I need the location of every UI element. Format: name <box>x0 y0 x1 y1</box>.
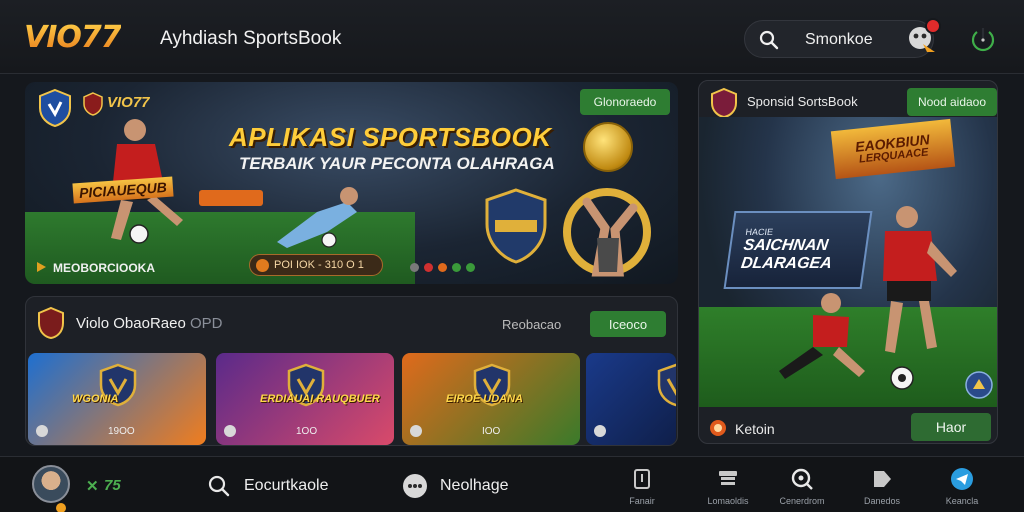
hero-promo-text: POI IOK - 310 O 1 <box>274 259 364 271</box>
club-shield-icon <box>39 88 71 128</box>
carousel-dot[interactable] <box>466 263 475 272</box>
game-tile[interactable]: ERDIAUAI RAUQBUER 1OO <box>216 353 394 445</box>
carousel-dot[interactable] <box>424 263 433 272</box>
featured-sign-small: HACIE <box>744 227 774 238</box>
nav-item-fanair[interactable]: Fanair <box>604 467 680 506</box>
games-see-all-link[interactable]: Reobacao <box>502 317 561 332</box>
search-icon[interactable] <box>208 475 230 497</box>
featured-foot-label: Ketoin <box>735 421 775 437</box>
power-icon[interactable] <box>968 24 998 54</box>
ball-icon <box>890 366 914 390</box>
featured-foot-button[interactable]: Haor <box>911 413 991 441</box>
coin-icon <box>256 259 269 272</box>
hero-banner[interactable]: VIO77 Glonoraedo APLIKASI SPORTSBOOK TER… <box>25 82 678 284</box>
brand-shield-icon <box>965 371 993 399</box>
notification-badge <box>925 18 941 34</box>
target-icon <box>710 420 726 436</box>
brand-logo[interactable]: VIO77 <box>24 20 122 55</box>
game-tile-count: 1OO <box>296 426 318 437</box>
nav-item-lomaoldis[interactable]: Lomaoldis <box>690 467 766 506</box>
featured-cta-button[interactable]: Nood aidaoo <box>907 88 997 116</box>
nav-item-label: Keancla <box>945 496 979 506</box>
hero-promo-pill[interactable]: POI IOK - 310 O 1 <box>249 254 383 276</box>
app-title: Ayhdiash SportsBook <box>160 28 342 49</box>
shield-icon <box>657 363 676 407</box>
game-tile-count: 19OO <box>108 426 135 437</box>
trophy-shield-icon <box>485 188 547 264</box>
keeper-graphic <box>277 187 358 248</box>
featured-card[interactable]: Sponsid SortsBook Nood aidaoo EAOKBIUN L… <box>698 80 998 444</box>
carousel-dot[interactable] <box>438 263 447 272</box>
lock-icon <box>224 425 236 437</box>
score-value: 75 <box>104 477 121 494</box>
play-icon <box>37 262 46 272</box>
nav-item-label: Cenerdrom <box>779 496 825 506</box>
game-tile-label: EIROE UDANA <box>446 393 524 405</box>
carousel-dot[interactable] <box>410 263 419 272</box>
game-tile[interactable]: EIROE UDANA IOO <box>402 353 580 445</box>
coin-icon <box>56 503 66 512</box>
game-tile-count: IOO <box>482 426 501 437</box>
hero-brand: VIO77 <box>107 94 150 111</box>
celebrating-player-graphic <box>563 188 651 277</box>
games-title-text: Violo ObaoRaeo <box>76 315 186 332</box>
top-bar: VIO77 Ayhdiash SportsBook Smonkoe <box>0 0 1024 74</box>
nav-item-keancla[interactable]: Keancla <box>924 467 1000 506</box>
nav-item-cenerdrom[interactable]: Cenerdrom <box>764 467 840 506</box>
hero-headline: APLIKASI SPORTSBOOK <box>229 122 552 152</box>
search-circle-icon <box>791 468 813 490</box>
avatar[interactable] <box>32 465 70 503</box>
game-tile-label: ERDIAUAI RAUQBUER <box>260 393 380 405</box>
carousel-dots[interactable] <box>410 263 475 272</box>
lock-icon <box>594 425 606 437</box>
nav-chat-label[interactable]: Neolhage <box>440 477 509 495</box>
games-title-suffix: OPD <box>189 315 223 332</box>
hero-cta-button[interactable]: Glonoraedo <box>580 89 670 115</box>
featured-sign: HACIE SAICHNAN DLARAGEA <box>723 211 873 289</box>
document-icon <box>634 469 650 489</box>
receipt-icon <box>719 471 737 485</box>
club-shield-icon <box>711 87 737 119</box>
nav-item-label: Danedos <box>863 496 901 506</box>
nav-item-label: Lomaoldis <box>707 496 749 506</box>
game-tile-label: WGONIA <box>72 393 119 405</box>
tag-icon <box>874 471 891 487</box>
featured-sign-line1: SAICHNAN <box>742 237 830 255</box>
brand-shield-icon <box>83 92 103 116</box>
nav-item-danedos[interactable]: Danedos <box>844 467 920 506</box>
hero-foot-label: MEOBORCIOOKA <box>53 261 155 275</box>
close-icon: ✕ <box>86 478 99 495</box>
game-tile[interactable] <box>586 353 676 445</box>
games-section: Violo ObaoRaeo OPD Reobacao Iceoco WGONI… <box>25 296 678 446</box>
search-label: Smonkoe <box>805 31 873 48</box>
games-title: Violo ObaoRaeo OPD <box>76 315 223 332</box>
nav-item-label: Fanair <box>629 496 655 506</box>
game-tile[interactable]: WGONIA 19OO <box>28 353 206 445</box>
search-icon <box>759 30 779 50</box>
featured-title: Sponsid SortsBook <box>747 94 858 109</box>
chat-icon[interactable] <box>402 473 428 499</box>
club-shield-icon <box>38 306 64 340</box>
nav-search-label[interactable]: Eocurtkaole <box>244 477 329 495</box>
hero-subheadline: TERBAIK YAUR PECONTA OLAHRAGA <box>239 154 555 173</box>
player-graphic <box>779 293 865 379</box>
games-button[interactable]: Iceoco <box>590 311 666 337</box>
featured-sign-line2: DLARAGEA <box>739 255 833 272</box>
lock-icon <box>36 425 48 437</box>
telegram-icon <box>951 468 973 490</box>
hero-orange-tag <box>199 190 263 206</box>
lock-icon <box>410 425 422 437</box>
bottom-nav: ✕ 75 Eocurtkaole Neolhage Fanair Lomaoldi… <box>0 456 1024 512</box>
carousel-dot[interactable] <box>452 263 461 272</box>
coin-icon <box>583 122 633 172</box>
